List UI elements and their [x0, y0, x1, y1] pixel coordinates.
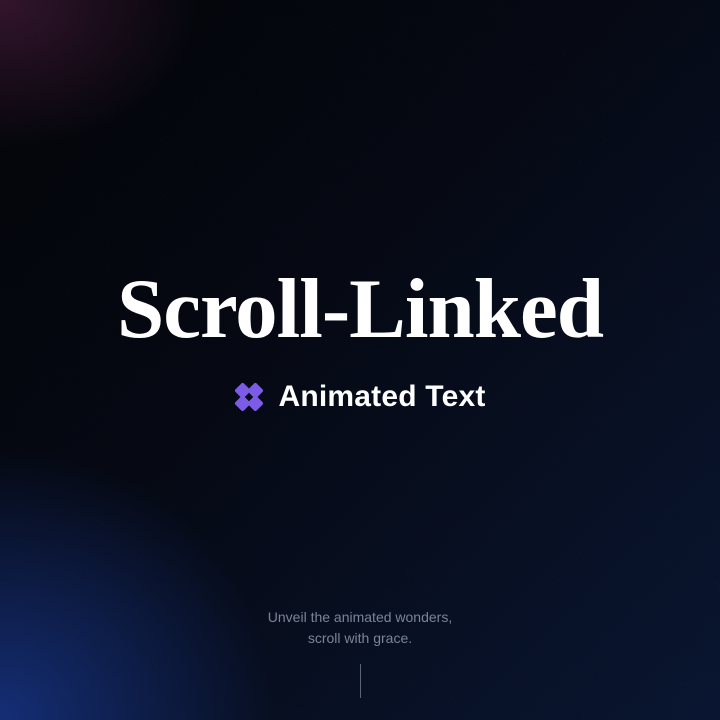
- scroll-hint: Unveil the animated wonders, scroll with…: [0, 607, 720, 698]
- hero-title: Scroll-Linked: [117, 267, 603, 352]
- diamond-grid-icon: [228, 375, 270, 417]
- hero-subtitle: Animated Text: [278, 380, 485, 414]
- scroll-indicator-line: [360, 664, 361, 698]
- subtitle-row: Animated Text: [234, 380, 485, 414]
- hint-line-2: scroll with grace.: [308, 630, 412, 646]
- hint-text: Unveil the animated wonders, scroll with…: [268, 607, 452, 650]
- hint-line-1: Unveil the animated wonders,: [268, 609, 452, 625]
